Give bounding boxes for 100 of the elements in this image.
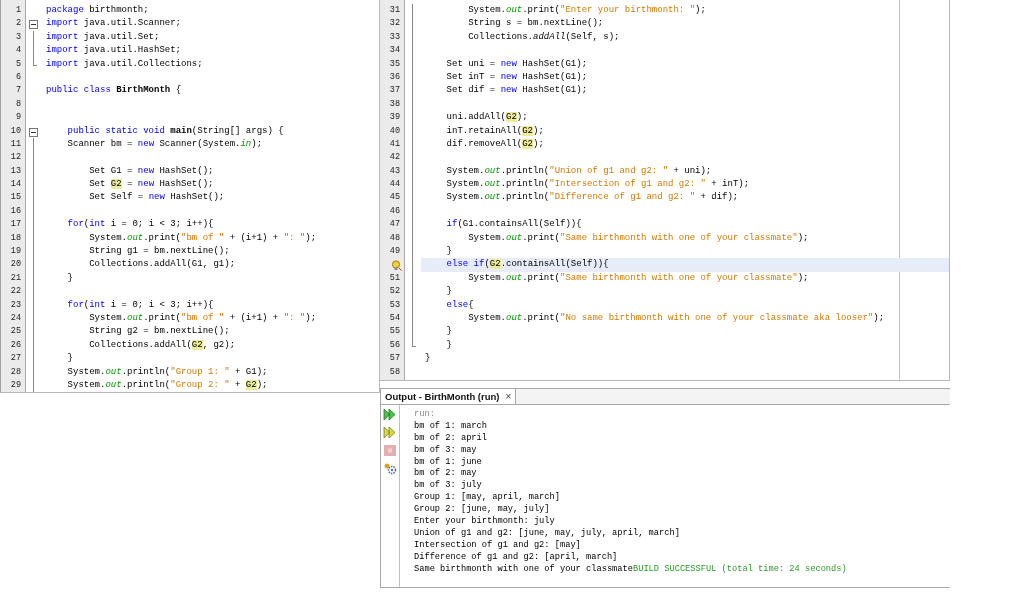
line-number: 58 <box>388 365 401 379</box>
output-line: Same birthmonth with one of your classmateBUILD SUCCESSFUL (total time: 24 seconds) <box>414 563 847 576</box>
output-line: Group 2: [june, may, july] <box>414 504 551 516</box>
line-number: 36 <box>388 70 401 84</box>
code-editor[interactable] <box>0 0 380 393</box>
line-number: 19 <box>9 245 22 259</box>
line-number: 24 <box>9 312 22 325</box>
line-number: 57 <box>388 352 401 366</box>
output-line: Union of g1 and g2: [june, may, july, april, march] <box>414 527 681 540</box>
code-line: System.out.print("bm of " + (i+1) + ": "); <box>88 231 318 245</box>
code-line: System.out.println("Intersection of g1 and g2: " + inT); <box>445 178 751 192</box>
output-line: bm of 3: july <box>414 480 483 492</box>
code-line: System.out.println("Group 2: " + G2); <box>66 378 269 392</box>
line-number: 20 <box>9 258 22 272</box>
line-number: 6 <box>14 70 22 84</box>
line-number: 32 <box>388 17 401 31</box>
line-number: 2 <box>14 17 22 31</box>
code-line: public class BirthMonth { <box>45 84 183 98</box>
code-line: import java.util.Scanner; <box>45 17 183 31</box>
close-icon[interactable]: × <box>505 391 512 402</box>
code-line: public static void main(String[] args) { <box>66 124 285 138</box>
line-number: 26 <box>9 338 22 352</box>
output-tab[interactable]: Output - BirthMonth (run) × <box>381 389 517 404</box>
line-number: 35 <box>388 57 401 71</box>
line-number: 22 <box>9 285 22 299</box>
line-number: 39 <box>388 111 401 125</box>
code-line: System.out.print("Enter your birthmonth: "); <box>467 4 707 17</box>
code-line: String s = bm.nextLine(); <box>467 17 605 31</box>
collapse-icon[interactable] <box>29 20 38 30</box>
code-line: System.out.println("Union of g1 and g2: " + uni); <box>445 164 713 178</box>
output-line: bm of 3: may <box>414 444 478 457</box>
line-number: 21 <box>9 271 22 285</box>
code-line: inT.retainAll(G2); <box>445 124 545 138</box>
line-number: 33 <box>388 30 401 44</box>
rerun-icon[interactable] <box>383 426 397 439</box>
line-number: 7 <box>14 84 22 98</box>
line-number: 43 <box>388 164 401 178</box>
line-number: 18 <box>9 231 22 245</box>
code-line: } <box>424 352 432 366</box>
code-line: String g2 = bm.nextLine(); <box>88 325 231 339</box>
line-number: 44 <box>388 178 401 192</box>
output-line: Intersection of g1 and g2: [may] <box>414 539 582 552</box>
line-number: 51 <box>388 271 401 285</box>
code-line: System.out.print("Same birthmonth with one of your classmate"); <box>467 231 810 245</box>
output-line: Enter your birthmonth: july <box>414 516 556 528</box>
line-number: 10 <box>9 124 22 138</box>
code-line: } <box>445 245 453 259</box>
code-line: } <box>66 271 74 285</box>
line-number: 29 <box>9 378 22 392</box>
output-line: bm of 1: june <box>414 456 483 468</box>
line-number: 55 <box>388 325 401 339</box>
lightbulb-icon[interactable] <box>391 259 402 271</box>
line-number: 45 <box>388 191 401 205</box>
line-number: 17 <box>9 218 22 232</box>
line-number: 52 <box>388 285 401 299</box>
line-number: 28 <box>9 365 22 379</box>
code-line: Collections.addAll(G1, g1); <box>88 258 237 272</box>
code-line: Set uni = new HashSet(G1); <box>445 57 589 71</box>
code-line: System.out.println("Group 1: " + G1); <box>66 365 269 379</box>
code-line: System.out.print("Same birthmonth with one of your classmate"); <box>467 271 810 285</box>
line-number: 12 <box>9 151 22 165</box>
settings-icon[interactable] <box>383 462 397 475</box>
line-number: 13 <box>9 164 22 178</box>
output-line: run: <box>414 409 436 421</box>
line-number: 46 <box>388 204 401 218</box>
line-number: 11 <box>9 137 22 151</box>
code-line: Set dif = new HashSet(G1); <box>445 84 589 98</box>
line-number: 1 <box>14 4 22 17</box>
code-line: import java.util.Set; <box>45 30 161 44</box>
code-line: String g1 = bm.nextLine(); <box>88 245 231 259</box>
line-number: 56 <box>388 338 401 352</box>
code-line: Set Self = new HashSet(); <box>88 191 226 205</box>
code-line: Set inT = new HashSet(G1); <box>445 70 589 84</box>
line-number: 8 <box>14 97 22 111</box>
line-number: 48 <box>388 231 401 245</box>
code-line: System.out.println("Difference of g1 and g2: " + dif); <box>445 191 740 205</box>
code-line: Scanner bm = new Scanner(System.in); <box>66 137 264 151</box>
line-number: 23 <box>9 298 22 312</box>
collapse-icon[interactable] <box>29 127 38 137</box>
output-line: bm of 2: may <box>414 468 478 480</box>
line-number: 40 <box>388 124 401 138</box>
output-line: bm of 1: march <box>414 420 488 433</box>
code-line: } <box>66 352 74 366</box>
code-line: uni.addAll(G2); <box>445 111 529 125</box>
line-number: 37 <box>388 84 401 98</box>
code-line: Collections.addAll(G2, g2); <box>88 338 237 352</box>
output-line: bm of 2: april <box>414 432 488 445</box>
code-editor[interactable] <box>380 0 950 381</box>
output-line: Group 1: [may, april, march] <box>414 492 561 504</box>
line-number: 14 <box>9 178 22 192</box>
code-line: for(int i = 0; i < 3; i++){ <box>66 218 215 232</box>
code-line: } <box>445 338 453 352</box>
line-number: 42 <box>388 151 401 165</box>
line-number: 54 <box>388 312 401 325</box>
rerun-icon[interactable] <box>383 408 397 421</box>
code-line: } <box>445 285 453 299</box>
code-line: for(int i = 0; i < 3; i++){ <box>66 298 215 312</box>
line-number: 3 <box>14 30 22 44</box>
line-number: 31 <box>388 4 401 17</box>
line-number: 4 <box>14 44 22 58</box>
